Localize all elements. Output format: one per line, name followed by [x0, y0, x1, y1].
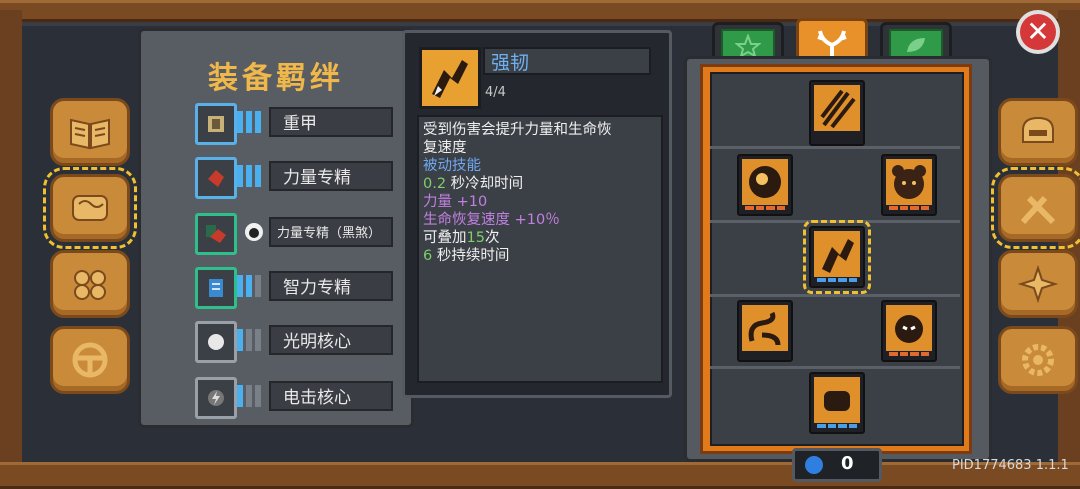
bond-label: 光明核心 — [269, 325, 393, 355]
frame-left — [0, 10, 22, 480]
cooldown-line: 0.2 秒冷却时间 — [423, 175, 657, 193]
electric-core-icon — [195, 377, 237, 419]
tenacity-icon — [822, 239, 854, 273]
tenacity-skill-icon — [419, 47, 481, 109]
strength-gem-icon — [195, 157, 237, 199]
bear-icon — [892, 165, 926, 199]
skill-points-counter: 0 — [792, 448, 882, 482]
regen-bonus: 生命恢复速度 +10％ — [423, 212, 560, 228]
book-icon — [70, 118, 110, 150]
antlers-icon — [817, 30, 847, 57]
tier-bars-icon — [237, 329, 261, 351]
stack-value: 15 — [466, 230, 485, 246]
equipment-bond-panel: 装备羁绊 重甲 力量专精 力量专精（黑煞） 智力专精 光明核心 电击核心 — [138, 28, 414, 428]
bond-row[interactable]: 电击核心 — [185, 377, 411, 421]
leaf-icon — [907, 38, 925, 52]
bond-label: 力量专精（黑煞） — [269, 217, 393, 247]
strength-bonus: 力量 +10 — [423, 194, 488, 210]
skill-name: 强韧 — [483, 47, 651, 75]
beast-icon — [895, 315, 923, 343]
fairy-nav-button[interactable] — [998, 250, 1078, 318]
bond-row[interactable]: 光明核心 — [185, 321, 411, 365]
duration-value: 6 — [423, 248, 433, 264]
skill-slot-dragon[interactable] — [737, 154, 793, 216]
serpent-icon — [748, 311, 781, 346]
skill-level: 4/4 — [485, 85, 506, 100]
black-fiend-icon — [195, 213, 237, 255]
grid-divider — [710, 146, 960, 149]
panel-title: 装备羁绊 — [208, 61, 344, 96]
bond-label: 智力专精 — [269, 271, 393, 301]
fairy-icon — [1017, 264, 1059, 304]
armor-icon — [195, 103, 237, 145]
tier-bars-icon — [237, 275, 261, 297]
grid-divider — [710, 220, 960, 223]
cooldown-text: 秒冷却时间 — [446, 176, 524, 192]
gear-icon — [1022, 344, 1054, 376]
frame-top — [0, 0, 1080, 22]
claw-icon — [820, 89, 856, 129]
helmet-nav-button[interactable] — [998, 98, 1078, 166]
book-nav-button[interactable] — [50, 98, 130, 166]
fist-icon — [824, 391, 850, 411]
skill-type: 被动技能 — [423, 158, 481, 174]
bond-row[interactable]: 力量专精 — [185, 157, 411, 201]
duration-line: 6 秒持续时间 — [423, 247, 657, 265]
wheel-nav-button[interactable] — [50, 326, 130, 394]
close-button[interactable]: ✕ — [1016, 10, 1060, 54]
bond-nav-button[interactable] — [43, 167, 137, 249]
desc-line: 受到伤害会提升力量和生命恢 — [423, 122, 612, 138]
gears-nav-button[interactable] — [50, 250, 130, 318]
light-core-icon — [195, 321, 237, 363]
duration-text: 秒持续时间 — [432, 248, 510, 264]
stack-pre: 可叠加 — [423, 230, 467, 246]
intellect-book-icon — [195, 267, 237, 309]
skill-slot-bear[interactable] — [881, 154, 937, 216]
bond-row[interactable]: 重甲 — [185, 103, 411, 147]
skill-description: 受到伤害会提升力量和生命恢 复速度 被动技能 0.2 秒冷却时间 力量 +10 … — [417, 115, 663, 383]
stack-line: 可叠加15次 — [423, 229, 657, 247]
stack-post: 次 — [484, 230, 500, 246]
scroll-icon — [72, 195, 108, 221]
weapon-icon — [1020, 195, 1056, 225]
skill-slot-claw[interactable] — [809, 80, 865, 146]
gears-icon — [74, 270, 106, 300]
helmet-icon — [1022, 116, 1054, 143]
bond-label: 力量专精 — [269, 161, 393, 191]
frame-right — [1058, 10, 1080, 480]
skull-icon — [245, 223, 263, 241]
skill-tooltip: 强韧 4/4 受到伤害会提升力量和生命恢 复速度 被动技能 0.2 秒冷却时间 … — [402, 30, 672, 398]
bond-row[interactable]: 力量专精（黑煞） — [185, 213, 411, 257]
bond-label: 重甲 — [269, 107, 393, 137]
cooldown-value: 0.2 — [423, 176, 447, 192]
skill-slot-beast[interactable] — [881, 300, 937, 362]
skill-point-icon — [805, 456, 823, 474]
bond-row[interactable]: 智力专精 — [185, 267, 411, 311]
frame-bottom — [0, 462, 1080, 489]
skill-slot-tenacity[interactable] — [803, 220, 871, 294]
tier-bars-icon — [237, 165, 261, 187]
wheel-icon — [72, 342, 108, 378]
close-icon: ✕ — [1020, 14, 1056, 50]
dragon-icon — [749, 166, 781, 198]
player-id: PID1774683 1.1.1 — [952, 458, 1069, 473]
tier-bars-icon — [237, 385, 261, 407]
star-icon — [735, 34, 761, 56]
tier-bars-icon — [237, 111, 261, 133]
skill-points-value: 0 — [841, 453, 854, 474]
desc-line: 复速度 — [423, 140, 467, 156]
weapon-nav-button[interactable] — [991, 167, 1080, 249]
grid-divider — [710, 366, 960, 369]
gear-nav-button[interactable] — [998, 326, 1078, 394]
grid-divider — [710, 294, 960, 297]
bond-label: 电击核心 — [269, 381, 393, 411]
skill-slot-fist[interactable] — [809, 372, 865, 434]
skill-slot-serpent[interactable] — [737, 300, 793, 362]
